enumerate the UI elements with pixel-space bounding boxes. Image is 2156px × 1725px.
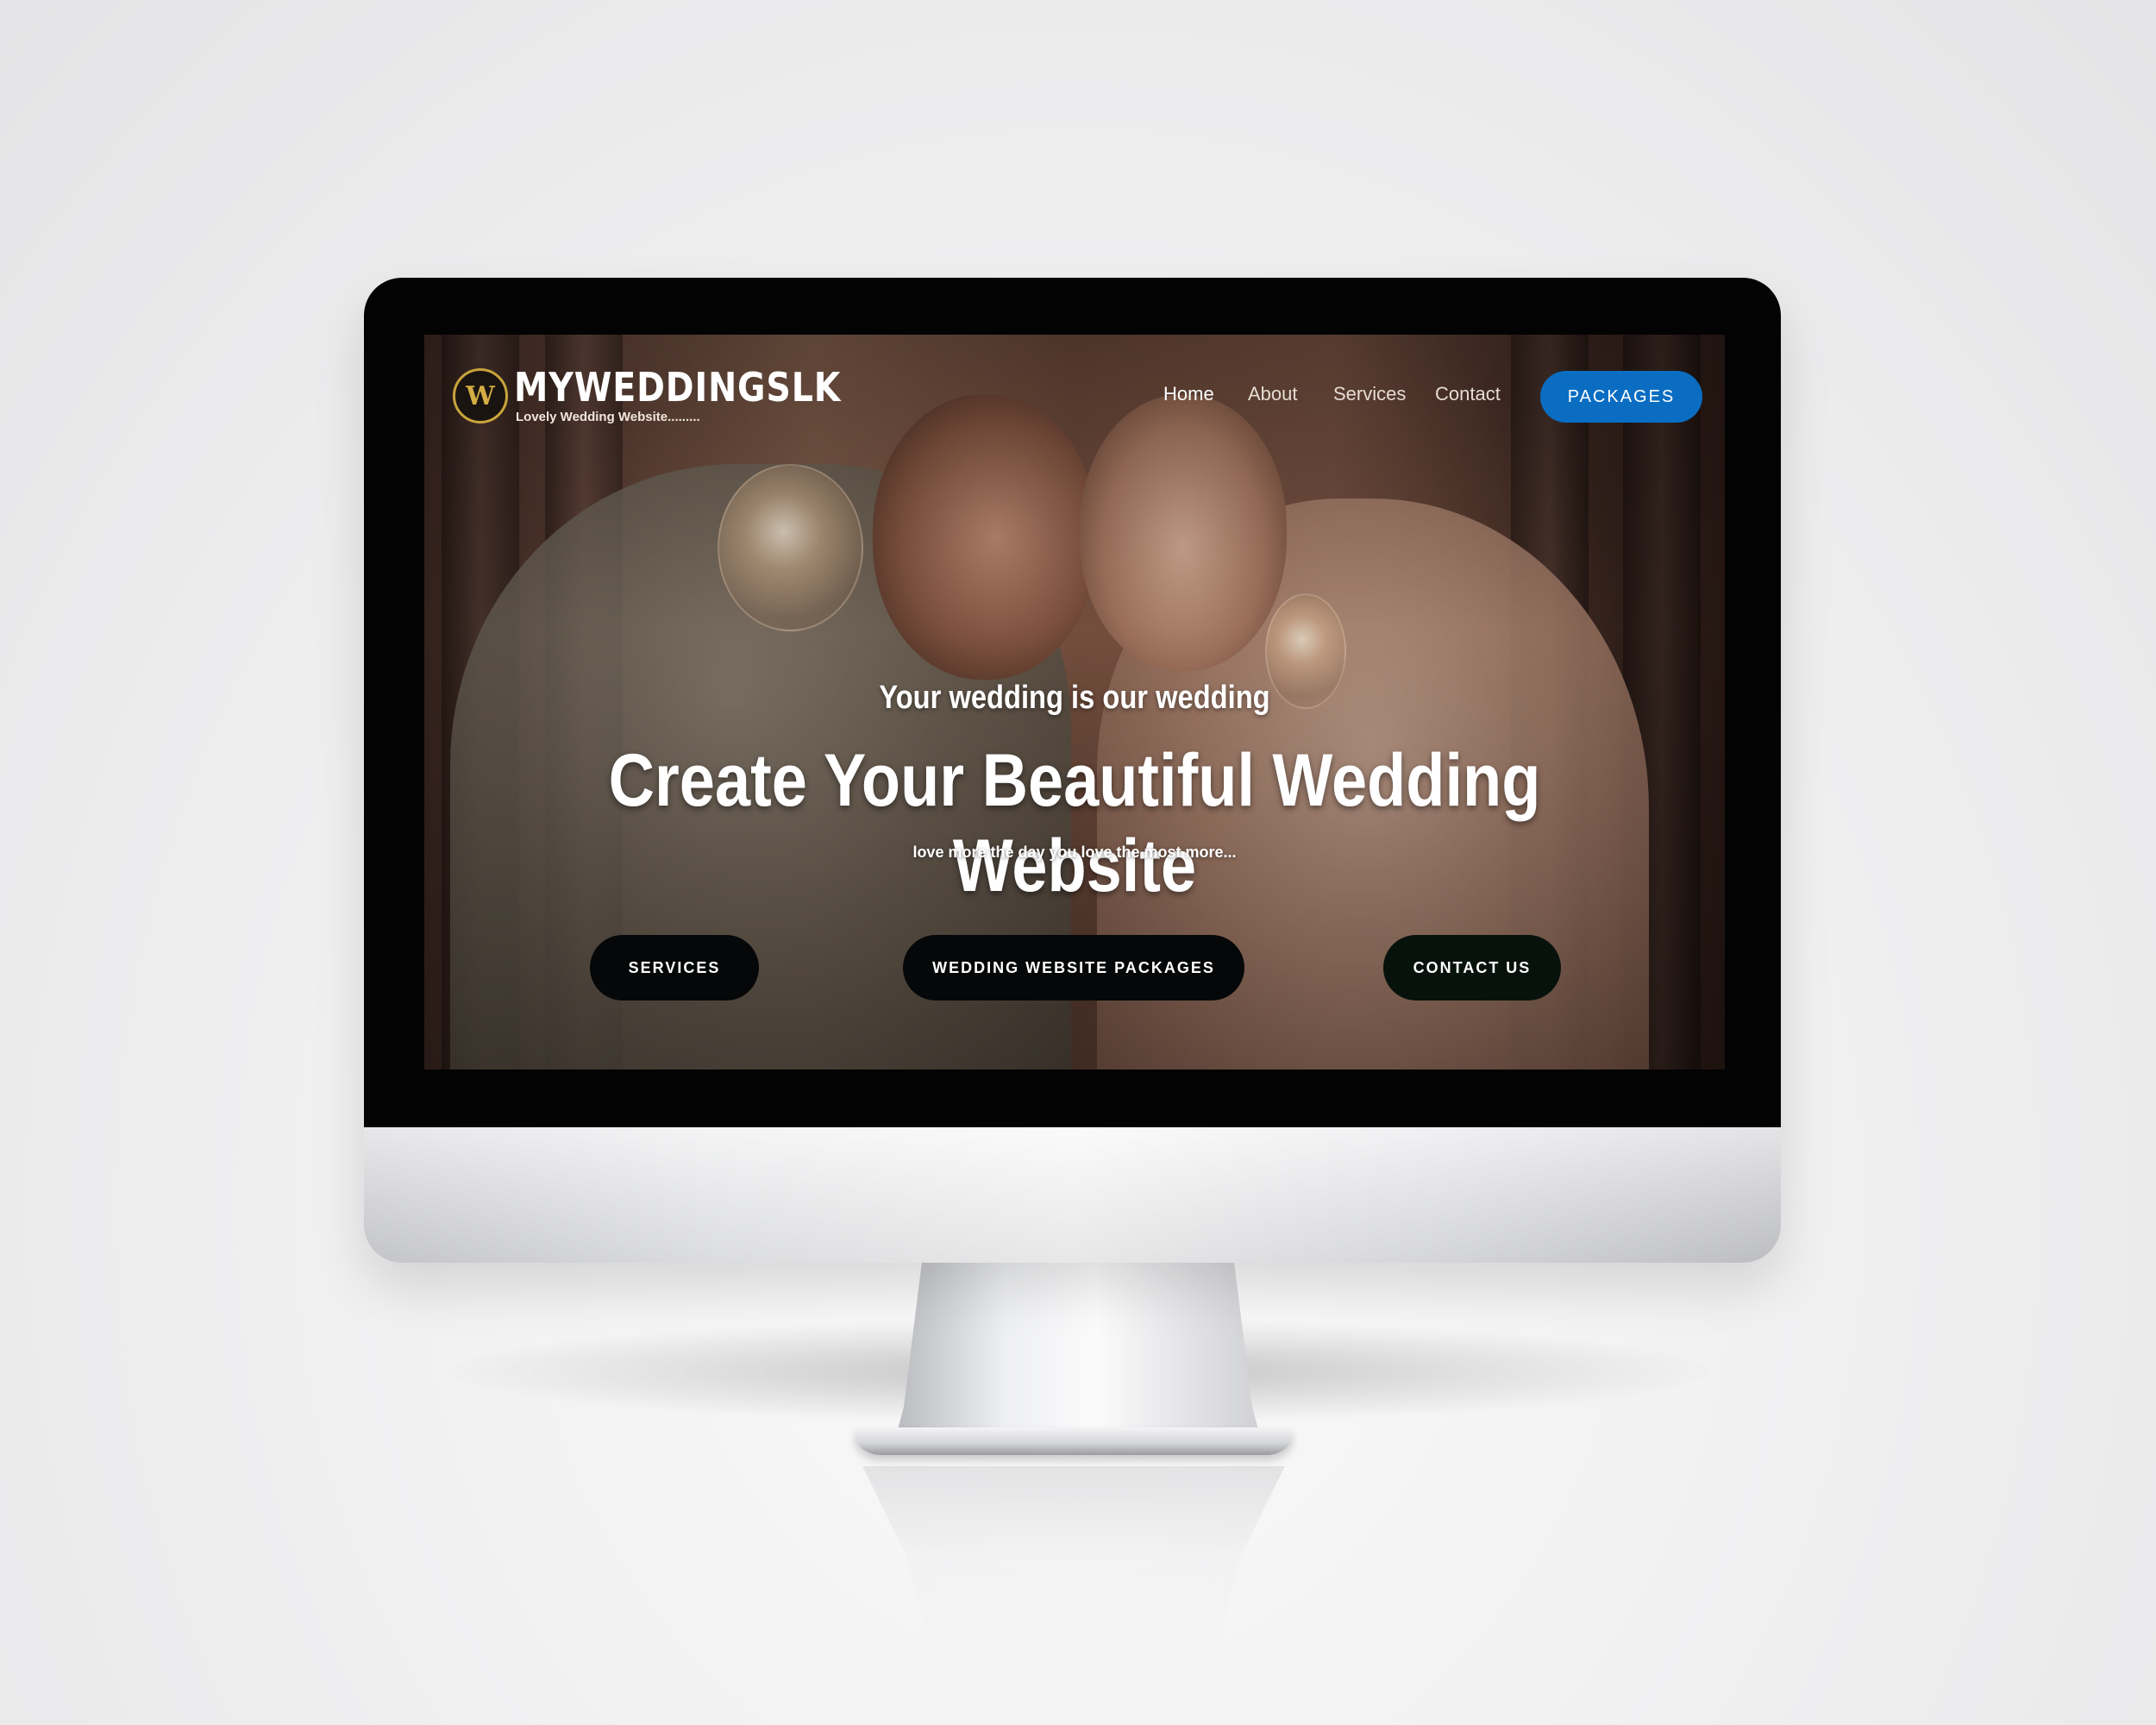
services-button[interactable]: SERVICES — [590, 935, 759, 1000]
nav-about[interactable]: About — [1248, 383, 1298, 405]
w-monogram-icon: W — [466, 380, 495, 411]
site-brand[interactable]: MYWEDDINGSLK — [514, 364, 841, 411]
website-screen: W MYWEDDINGSLK Lovely Wedding Website...… — [424, 335, 1725, 1070]
monitor-chin — [364, 1127, 1781, 1263]
contact-us-button[interactable]: CONTACT US — [1383, 935, 1561, 1000]
monitor-stand — [893, 1259, 1263, 1449]
site-tagline: Lovely Wedding Website......... — [516, 410, 700, 424]
packages-button[interactable]: PACKAGES — [1540, 371, 1702, 423]
nav-home[interactable]: Home — [1163, 383, 1214, 405]
hero-tagline: love more the day you love the most more… — [912, 844, 1237, 861]
logo-badge[interactable]: W — [453, 368, 508, 423]
nav-services[interactable]: Services — [1333, 383, 1406, 405]
stand-reflection — [862, 1466, 1285, 1690]
nav-contact[interactable]: Contact — [1435, 383, 1501, 405]
wedding-website-packages-button[interactable]: WEDDING WEBSITE PACKAGES — [903, 935, 1244, 1000]
hero-title: Create Your Beautiful Wedding Website — [608, 739, 1541, 907]
hero-subtitle: Your wedding is our wedding — [879, 680, 1270, 716]
monitor-stand-base — [856, 1427, 1292, 1455]
